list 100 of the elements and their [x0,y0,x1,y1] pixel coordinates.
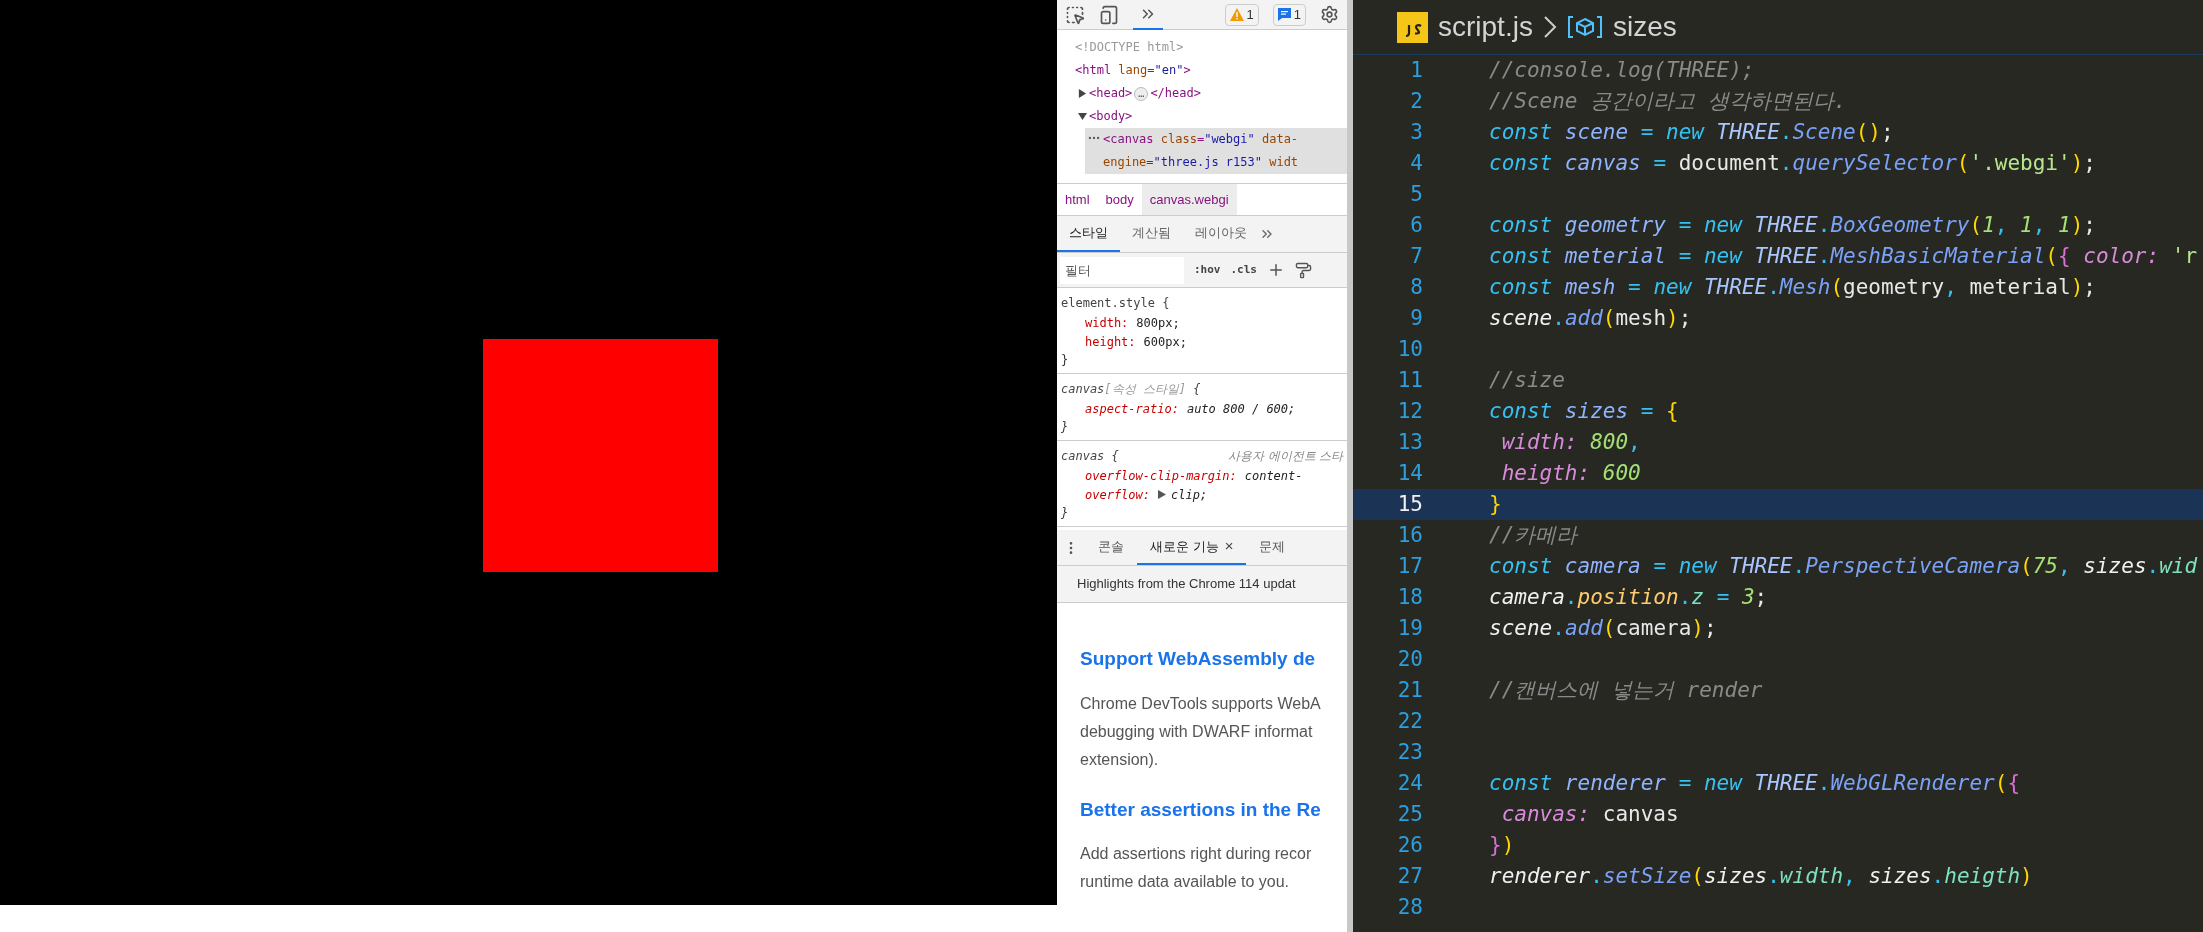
property-name[interactable]: width: [1085,313,1129,332]
rule-selector: canvas { [1061,447,1119,465]
line-number: 1 [1409,56,1423,84]
inspect-icon[interactable] [1065,4,1085,25]
message-icon [1277,8,1291,21]
line-number: 11 [1396,366,1423,394]
line-number: 17 [1396,552,1423,580]
code-line[interactable]: //카메라 [1489,519,1578,552]
section-text: Chrome DevTools supports WebA debugging with DWARF informat extension). [1080,693,1322,770]
file-name[interactable]: script.js [1438,6,1533,48]
line-number: 19 [1396,614,1423,642]
code-line[interactable]: //Scene 공간이라고 생각하면된다. [1489,85,1847,118]
hov-button[interactable]: :hov [1194,261,1221,279]
section-heading[interactable]: Support WebAssembly de [1080,645,1316,674]
warnings-badge[interactable]: 1 [1224,3,1259,26]
code-line[interactable]: //캔버스에 넣는거 render [1489,674,1763,707]
property-value[interactable]: 600px; [1143,332,1187,351]
property-name[interactable]: overflow: [1085,485,1151,504]
symbol-icon [1566,15,1603,39]
code-line[interactable]: const camera = new THREE.PerspectiveCamera(75, sizes.wid [1489,550,2198,583]
line-number: 6 [1409,211,1423,239]
dom-node-line[interactable]: engine="three.js r153" widt [1103,151,1299,174]
line-number: 28 [1396,893,1423,921]
js-file-icon [1397,11,1428,43]
line-number: 27 [1396,862,1423,890]
line-number: 22 [1396,707,1423,735]
code-line[interactable]: const scene = new THREE.Scene(); [1489,116,1894,149]
expand-arrow-icon[interactable] [1158,490,1167,499]
add-icon[interactable] [1267,261,1285,279]
code-line[interactable]: const meterial = new THREE.MeshBasicMaterial({ color: 'r [1489,240,2198,273]
code-line[interactable]: const sizes = { [1489,395,1679,428]
property-value[interactable]: clip; [1171,485,1208,504]
line-number: 26 [1396,831,1423,859]
symbol-name[interactable]: sizes [1612,6,1677,48]
breadcrumb-item[interactable]: html [1057,184,1098,215]
drawer-tab[interactable]: 콘솔 [1085,530,1137,565]
section-heading[interactable]: Better assertions in the Re [1080,795,1321,824]
line-number: 13 [1396,428,1423,456]
rule-close: } [1061,505,1069,522]
release-banner: Highlights from the Chrome 114 updat [1057,566,1347,603]
code-line[interactable]: //console.log(THREE); [1489,54,1755,87]
code-line[interactable]: scene.add(camera); [1489,612,1717,645]
expanded-arrow-icon[interactable] [1078,112,1087,121]
line-number: 14 [1396,459,1423,487]
code-line[interactable]: renderer.setSize(sizes.width, sizes.heigth) [1489,860,2033,893]
code-line[interactable]: heigth: 600 [1489,457,1641,490]
doctype-line: <!DOCTYPE html> [1074,39,1184,56]
line-number: 16 [1396,521,1423,549]
warning-icon [1229,8,1244,21]
code-line[interactable]: const geometry = new THREE.BoxGeometry(1, 1, 1); [1489,209,2096,242]
code-line[interactable]: camera.position.z = 3; [1489,581,1768,614]
line-number: 8 [1409,273,1423,301]
code-line[interactable]: }) [1489,829,1515,862]
line-number: 9 [1409,304,1423,332]
dom-node-line[interactable]: <head> … </head> [1089,82,1201,105]
property-name[interactable]: height: [1085,332,1136,351]
rule-close: } [1061,419,1069,436]
settings-icon[interactable] [1320,5,1339,24]
code-line[interactable]: width: 800, [1489,426,1641,459]
collapsed-arrow-icon[interactable] [1078,89,1087,98]
rule-selector: element.style { [1061,294,1170,312]
property-value[interactable]: content- [1244,466,1303,485]
code-line[interactable]: //size [1489,364,1565,397]
styles-tab[interactable]: 계산됨 [1120,216,1183,252]
property-value[interactable]: 800px; [1136,313,1180,332]
code-line[interactable]: scene.add(mesh); [1489,302,1692,335]
property-value[interactable]: auto 800 / 600; [1186,399,1296,418]
styles-tab[interactable]: 레이아웃 [1183,216,1259,252]
line-number: 24 [1396,769,1423,797]
drawer-tab[interactable]: 문제 [1246,530,1299,565]
code-line[interactable]: canvas: canvas [1489,798,1679,831]
paint-roller-icon[interactable] [1295,261,1312,279]
rule-selector: canvas[속성 스타일] { [1061,380,1201,398]
line-number: 23 [1396,738,1423,766]
rule-source: 사용자 에이전트 스타 [1228,447,1343,465]
line-number: 25 [1396,800,1423,828]
code-line[interactable]: const mesh = new THREE.Mesh(geometry, meterial); [1489,271,2096,304]
dom-node-line[interactable]: <html lang="en"> [1075,59,1191,82]
property-name[interactable]: overflow-clip-margin: [1085,466,1237,485]
breadcrumb-item[interactable]: body [1097,184,1142,215]
line-number: 15 [1396,490,1423,518]
device-icon[interactable] [1099,4,1119,25]
breadcrumb-item[interactable]: canvas.webgi [1141,184,1237,215]
dom-node-line[interactable]: <canvas class="webgi" data- [1103,128,1299,151]
line-number: 3 [1409,118,1423,146]
property-name[interactable]: aspect-ratio: [1085,399,1179,418]
code-line[interactable]: const canvas = document.querySelector('.webgi'); [1489,147,2096,180]
messages-badge[interactable]: 1 [1272,3,1306,26]
code-line[interactable]: const renderer = new THREE.WebGLRenderer({ [1489,767,2021,800]
line-number: 20 [1396,645,1423,673]
line-number: 4 [1409,149,1423,177]
line-number: 2 [1409,87,1423,115]
dom-node-line[interactable]: <body> [1089,105,1133,128]
line-number: 21 [1396,676,1423,704]
code-line[interactable]: } [1489,488,1502,521]
cls-button[interactable]: .cls [1230,261,1257,279]
filter-field[interactable]: 필터 [1060,256,1184,284]
line-number: 5 [1409,180,1423,208]
line-number: 18 [1396,583,1423,611]
chevron-right-icon [1542,15,1557,39]
